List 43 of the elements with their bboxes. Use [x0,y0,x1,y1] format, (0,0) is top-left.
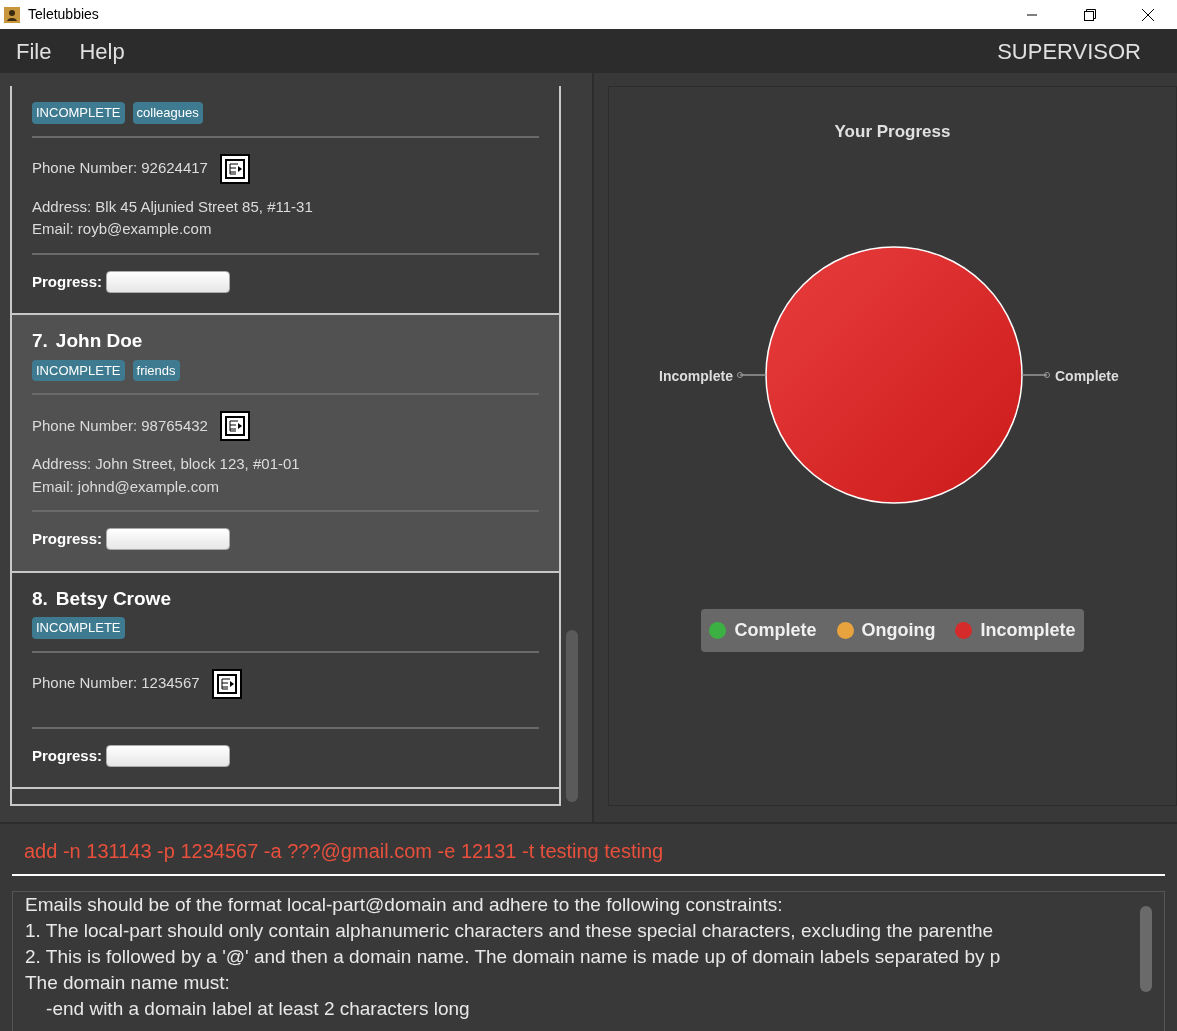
legend-label: Ongoing [861,618,936,642]
slice-label: Complete [1055,367,1119,384]
person-number: 8. [32,586,48,611]
role-label: SUPERVISOR [997,37,1141,66]
address-text: Address: Blk 45 Aljunied Street 85, #11-31 [32,196,314,217]
tag-label: INCOMPLETE [32,617,125,639]
legend-label: Incomplete [980,618,1076,642]
progress-label: Progress: [32,271,103,292]
clipboard-button[interactable] [219,411,250,441]
result-line: 2. This is followed by a '@' and then a domain name. The domain name is made up of domain labels separated by p [25,945,1002,969]
person-card[interactable]: 7. John Doe INCOMPLETE friends Phone Number: 98765432 Address: John Street, block 123, #01-01 Email: johnd@example.com Progress: [12,315,559,573]
scrollbar-thumb[interactable] [1140,906,1152,992]
legend-label: Complete [734,618,817,642]
chart-title: Your Progress [834,121,951,143]
phone-number: Phone Number: 1234567 [32,673,200,694]
scrollbar-thumb[interactable] [566,630,578,802]
menu-item[interactable]: File [16,34,52,68]
progress-label: Progress: [32,745,103,766]
tag-label: INCOMPLETE [32,359,125,381]
leader-line [1021,371,1050,378]
app-icon [4,6,20,23]
person-number: 7. [32,329,48,353]
window-title: Teletubbies [28,5,99,24]
result-line: The domain name must: [25,971,231,995]
email-text: Email: johnd@example.com [32,476,220,497]
phone-number: Phone Number: 92624417 [32,158,208,179]
person-name: Betsy Crowe [55,586,171,611]
menu-item[interactable]: Help [79,34,125,68]
email-text: Email: royb@example.com [32,219,213,239]
clipboard-button[interactable] [211,668,242,699]
tag-label: colleagues [132,102,203,124]
address-text: Address: John Street, block 123, #01-01 [32,454,301,474]
clipboard-button[interactable] [219,153,250,184]
tag-label: INCOMPLETE [32,102,125,124]
result-line: -end with a domain label at least 2 characters long [45,997,471,1021]
result-line: 1. The local-part should only contain alphanumeric characters and these special characters, excluding the parenthe [25,919,995,943]
tag-label: friends [132,359,180,381]
leader-line [737,371,767,378]
person-name: John Doe [55,329,143,353]
phone-number: Phone Number: 98765432 [32,415,208,436]
progress-label: Progress: [32,529,103,549]
result-line: Emails should be of the format local-part@domain and adhere to the following constraints: [25,893,784,917]
slice-label: Incomplete [659,367,733,384]
